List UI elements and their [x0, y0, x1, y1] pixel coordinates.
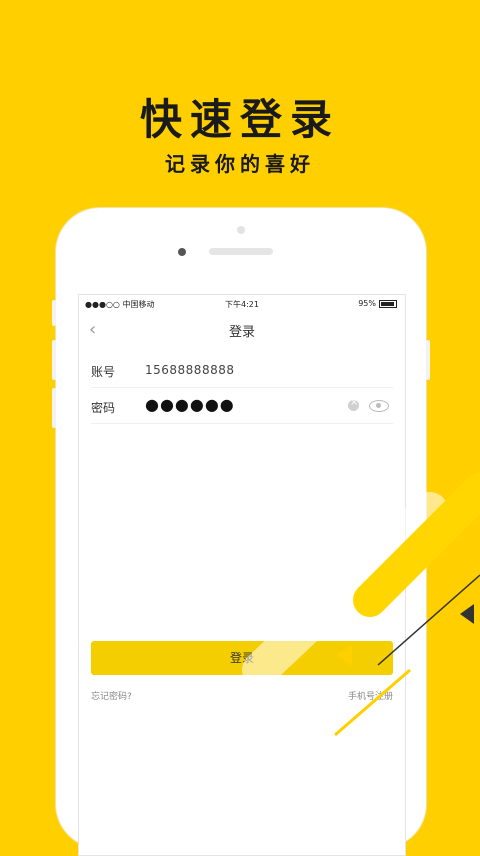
phone-volume-down — [52, 388, 56, 428]
password-row: 密码 ●●●●●● — [91, 389, 393, 424]
battery-status: 95% — [358, 299, 397, 308]
front-camera — [237, 226, 245, 234]
status-time: 下午4:21 — [225, 300, 259, 309]
password-label: 密码 — [91, 401, 116, 415]
battery-percent: 95% — [358, 299, 376, 308]
status-bar: ●●●○○ 中国移动 下午4:21 95% — [79, 295, 405, 313]
nav-bar: ‹ 登录 — [79, 315, 405, 345]
promo-subtitle: 记录你的喜好 — [165, 152, 315, 176]
phone-screen: ●●●○○ 中国移动 下午4:21 95% ‹ 登录 账号 1568888888… — [78, 294, 406, 856]
decor-triangle-dark — [460, 604, 474, 624]
forgot-password-link[interactable]: 忘记密码? — [91, 689, 132, 702]
page-title: 登录 — [228, 325, 255, 340]
earpiece-speaker — [209, 248, 273, 255]
battery-icon — [379, 299, 397, 308]
proximity-sensor — [178, 248, 186, 256]
phone-side-button — [52, 300, 56, 326]
account-label: 账号 — [91, 365, 116, 379]
eye-icon[interactable] — [369, 400, 389, 412]
phone-register-link[interactable]: 手机号注册 — [348, 689, 393, 702]
account-input[interactable]: 15688888888 — [145, 363, 234, 377]
login-button[interactable]: 登录 — [91, 641, 393, 675]
account-row: 账号 15688888888 — [91, 353, 393, 388]
phone-mockup: ●●●○○ 中国移动 下午4:21 95% ‹ 登录 账号 1568888888… — [52, 208, 430, 856]
promo-title: 快速登录 — [139, 95, 340, 144]
phone-power-button — [426, 340, 430, 380]
password-input[interactable]: ●●●●●● — [145, 395, 235, 414]
phone-volume-up — [52, 340, 56, 380]
clear-icon[interactable] — [348, 397, 359, 411]
